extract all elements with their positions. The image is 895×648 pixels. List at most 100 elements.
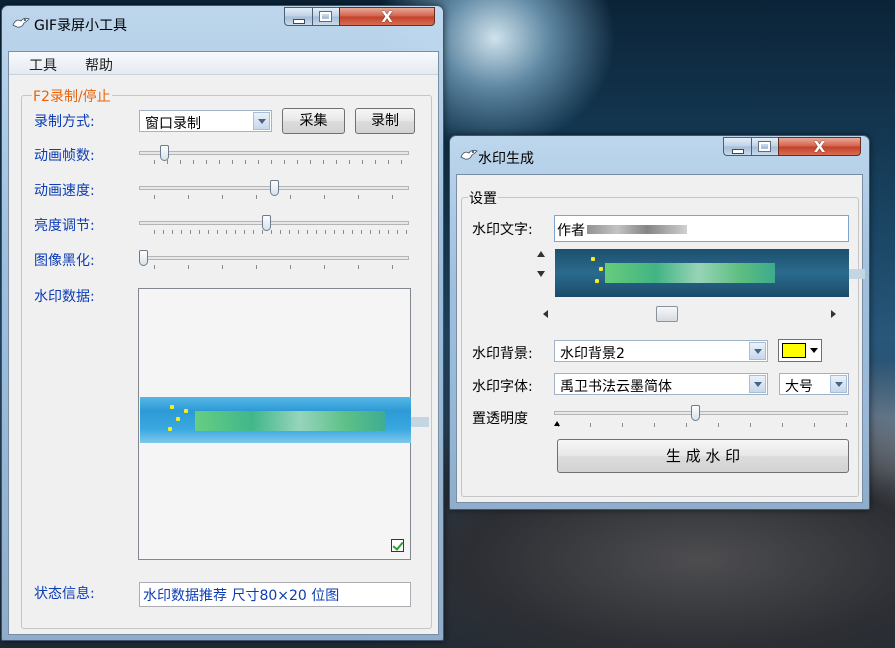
watermark-background-label: 水印背景: (472, 346, 533, 362)
watermark-preview-image (140, 397, 411, 443)
chevron-down-icon (810, 348, 818, 353)
transparency-label: 置透明度 (472, 411, 528, 427)
main-window-title: GIF录屏小工具 (34, 18, 128, 34)
sparkle (595, 279, 599, 283)
sparkle (599, 267, 603, 271)
main-window-titlebar[interactable]: GIF录屏小工具 X (2, 6, 443, 39)
main-window-client: 工具 帮助 F2录制/停止 录制方式: 窗口录制 采集 录制 动画帧数: 动画速… (8, 51, 439, 635)
watermark-text-input[interactable]: 作者 (554, 215, 849, 242)
watermark-font-select[interactable]: 禹卫书法云墨简体 (554, 373, 768, 395)
preview-overflow-stripe (411, 417, 429, 427)
checkmark-icon (392, 539, 404, 551)
close-icon: X (381, 8, 393, 26)
frames-slider-ticks (154, 160, 409, 164)
maximize-button[interactable] (312, 7, 340, 26)
capture-button[interactable]: 采集 (282, 108, 345, 134)
sparkle (170, 405, 174, 409)
transparency-slider-track (554, 411, 848, 415)
font-size-value: 大号 (785, 379, 813, 395)
watermark-close-button[interactable]: X (778, 137, 861, 156)
frames-slider-thumb[interactable] (160, 145, 169, 161)
watermark-preview-panel (138, 288, 429, 560)
status-field: 水印数据推荐 尺寸80×20 位图 (139, 582, 411, 607)
main-window: GIF录屏小工具 X 工具 帮助 F2录制/停止 录制方式: 窗口录制 采集 录… (1, 5, 444, 641)
watermark-minimize-button[interactable] (723, 137, 752, 156)
transparency-slider-thumb[interactable] (691, 405, 700, 421)
transparency-slider-ticks (558, 423, 848, 427)
maximize-icon (758, 141, 771, 152)
speed-label: 动画速度: (34, 183, 95, 199)
font-size-select[interactable]: 大号 (779, 373, 849, 395)
status-label: 状态信息: (34, 586, 95, 602)
watermark-generator-preview (555, 249, 849, 297)
watermark-text-label: 水印文字: (472, 222, 533, 238)
watermark-window-title: 水印生成 (478, 151, 534, 167)
watermark-text-value: 作者 (557, 223, 585, 239)
blacken-slider-track (139, 256, 409, 260)
frames-label: 动画帧数: (34, 148, 95, 164)
blacken-slider-thumb[interactable] (139, 250, 148, 266)
brightness-slider-ticks (154, 230, 409, 234)
chevron-down-icon (749, 375, 766, 393)
chevron-down-icon (749, 342, 766, 360)
color-picker[interactable] (778, 339, 822, 362)
blurred-watermark-text (605, 263, 775, 283)
maximize-icon (319, 11, 332, 22)
watermark-preview-scroller (537, 249, 865, 327)
transparency-slider[interactable] (554, 403, 848, 429)
record-group-legend: F2录制/停止 (32, 86, 112, 106)
frames-slider[interactable] (139, 142, 409, 166)
brightness-slider-thumb[interactable] (262, 215, 271, 231)
color-dropdown-icon (809, 343, 819, 358)
brightness-slider-track (139, 221, 409, 225)
watermark-font-label: 水印字体: (472, 379, 533, 395)
blacken-label: 图像黑化: (34, 253, 95, 269)
frames-slider-track (139, 151, 409, 155)
watermark-data-label: 水印数据: (34, 289, 95, 305)
slider-start-marker (554, 421, 560, 426)
scroll-up-icon[interactable] (537, 251, 545, 257)
speed-slider[interactable] (139, 177, 409, 201)
watermark-maximize-button[interactable] (751, 137, 779, 156)
minimize-icon (732, 149, 744, 154)
scroll-down-icon[interactable] (537, 271, 545, 277)
brightness-slider[interactable] (139, 212, 409, 236)
watermark-window-titlebar[interactable]: 水印生成 X (450, 136, 869, 169)
chevron-down-icon (253, 112, 270, 130)
watermark-font-value: 禹卫书法云墨简体 (560, 379, 672, 395)
minimize-icon (293, 19, 305, 24)
watermark-window-client: 设置 水印文字: 作者 水印背景: 水印背景2 水印字体: 禹卫书法云墨简体 大… (456, 174, 865, 503)
speed-slider-thumb[interactable] (270, 180, 279, 196)
settings-group-legend: 设置 (468, 188, 498, 208)
sparkle (591, 257, 595, 261)
menu-bar: 工具 帮助 (9, 52, 438, 75)
menu-help[interactable]: 帮助 (85, 55, 113, 75)
scroll-right-icon[interactable] (831, 310, 836, 318)
watermark-checkbox[interactable] (391, 539, 404, 552)
close-button[interactable]: X (339, 7, 435, 26)
menu-tools[interactable]: 工具 (29, 55, 57, 75)
sparkle (176, 417, 180, 421)
generate-watermark-button[interactable]: 生 成 水 印 (557, 439, 849, 473)
minimize-button[interactable] (284, 7, 313, 26)
close-icon: X (813, 138, 826, 156)
blacken-slider[interactable] (139, 247, 409, 271)
chevron-down-icon (830, 375, 847, 393)
record-mode-label: 录制方式: (34, 114, 95, 130)
horizontal-scrollbar[interactable] (537, 306, 839, 322)
record-mode-value: 窗口录制 (145, 116, 201, 132)
scroll-left-icon[interactable] (543, 310, 548, 318)
brightness-label: 亮度调节: (34, 218, 95, 234)
app-bird-icon (460, 149, 478, 160)
blurred-watermark-text (195, 411, 385, 431)
record-mode-select[interactable]: 窗口录制 (139, 110, 272, 132)
app-bird-icon (12, 17, 30, 28)
sparkle (168, 427, 172, 431)
watermark-window: 水印生成 X 设置 水印文字: 作者 水印背景: 水印背景2 水印字体: 禹卫书… (449, 135, 870, 510)
speed-slider-ticks (154, 195, 409, 199)
watermark-background-select[interactable]: 水印背景2 (554, 340, 768, 362)
scrollbar-thumb[interactable] (656, 306, 678, 322)
color-swatch (782, 343, 806, 358)
blacken-slider-ticks (154, 265, 409, 269)
record-button[interactable]: 录制 (355, 108, 415, 134)
